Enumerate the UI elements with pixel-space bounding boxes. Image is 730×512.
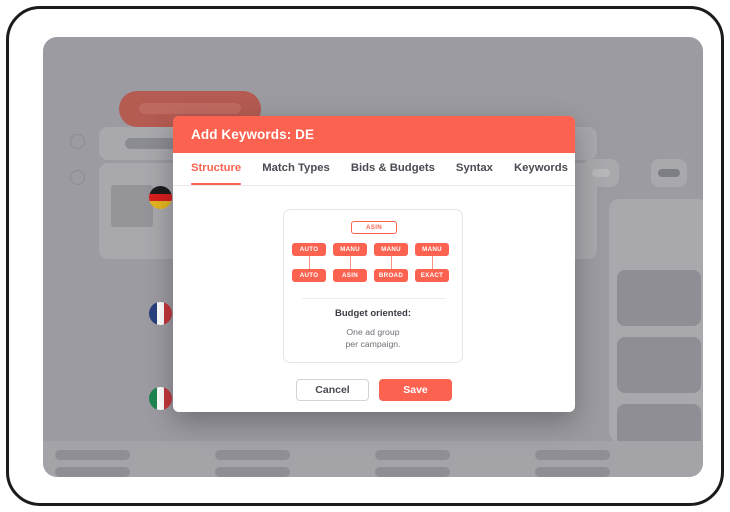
footer-skeleton-bar bbox=[535, 450, 610, 460]
budget-description-line-2: per campaign. bbox=[345, 339, 401, 349]
modal-tab-bar: Structure Match Types Bids & Budgets Syn… bbox=[173, 153, 575, 186]
tab-keywords[interactable]: Keywords bbox=[514, 162, 568, 185]
diagram-node-root-asin: ASIN bbox=[351, 221, 397, 234]
radio-circle-2[interactable] bbox=[70, 170, 85, 185]
topbar-pill-inner-bar bbox=[139, 103, 241, 114]
france-flag-icon bbox=[149, 302, 172, 325]
thumbnail-placeholder bbox=[111, 185, 153, 227]
diagram-node-upper-4: MANU bbox=[415, 243, 449, 256]
diagram-node-lower-3: BROAD bbox=[374, 269, 408, 282]
add-keywords-modal: Add Keywords: DE Structure Match Types B… bbox=[173, 116, 575, 412]
diagram-node-upper-1: AUTO bbox=[292, 243, 326, 256]
radio-circle-1[interactable] bbox=[70, 134, 85, 149]
diagram-node-lower-4: EXACT bbox=[415, 269, 449, 282]
footer-skeleton-bar bbox=[535, 467, 610, 477]
structure-diagram-card: ASIN AUTO MANU MANU MANU AUTO ASIN BROAD… bbox=[283, 209, 463, 363]
right-card-1 bbox=[617, 270, 701, 326]
budget-heading: Budget oriented: bbox=[335, 308, 411, 319]
footer-skeleton-bar bbox=[215, 450, 290, 460]
footer-skeleton-bar bbox=[375, 450, 450, 460]
toolbar-mini-button-1-bar bbox=[592, 169, 610, 177]
footer-skeleton-bar bbox=[375, 467, 450, 477]
tab-bids-and-budgets[interactable]: Bids & Budgets bbox=[351, 162, 435, 185]
modal-header: Add Keywords: DE bbox=[173, 116, 575, 153]
tab-syntax[interactable]: Syntax bbox=[456, 162, 493, 185]
modal-title: Add Keywords: DE bbox=[191, 127, 315, 142]
diagram-node-upper-2: MANU bbox=[333, 243, 367, 256]
footer-skeleton bbox=[43, 441, 703, 477]
diagram-node-lower-2: ASIN bbox=[333, 269, 367, 282]
toolbar-mini-button-2-bar bbox=[658, 169, 680, 177]
tab-structure[interactable]: Structure bbox=[191, 162, 242, 185]
footer-skeleton-bar bbox=[215, 467, 290, 477]
italy-flag-icon bbox=[149, 387, 172, 410]
diagram-divider bbox=[302, 298, 446, 299]
diagram-connector-3 bbox=[390, 256, 392, 269]
diagram-connector-4 bbox=[431, 256, 433, 269]
diagram-connector-2 bbox=[349, 256, 351, 269]
diagram-connector-1 bbox=[308, 256, 310, 269]
modal-button-row: Cancel Save bbox=[173, 379, 575, 401]
right-card-2 bbox=[617, 337, 701, 393]
device-frame: Add Keywords: DE Structure Match Types B… bbox=[6, 6, 724, 506]
footer-skeleton-bar bbox=[55, 450, 130, 460]
budget-description-line-1: One ad group bbox=[346, 327, 400, 337]
diagram-node-upper-3: MANU bbox=[374, 243, 408, 256]
germany-flag-icon bbox=[149, 186, 172, 209]
cancel-button[interactable]: Cancel bbox=[296, 379, 369, 401]
tab-match-types[interactable]: Match Types bbox=[262, 162, 330, 185]
diagram-node-lower-1: AUTO bbox=[292, 269, 326, 282]
save-button[interactable]: Save bbox=[379, 379, 452, 401]
footer-skeleton-bar bbox=[55, 467, 130, 477]
